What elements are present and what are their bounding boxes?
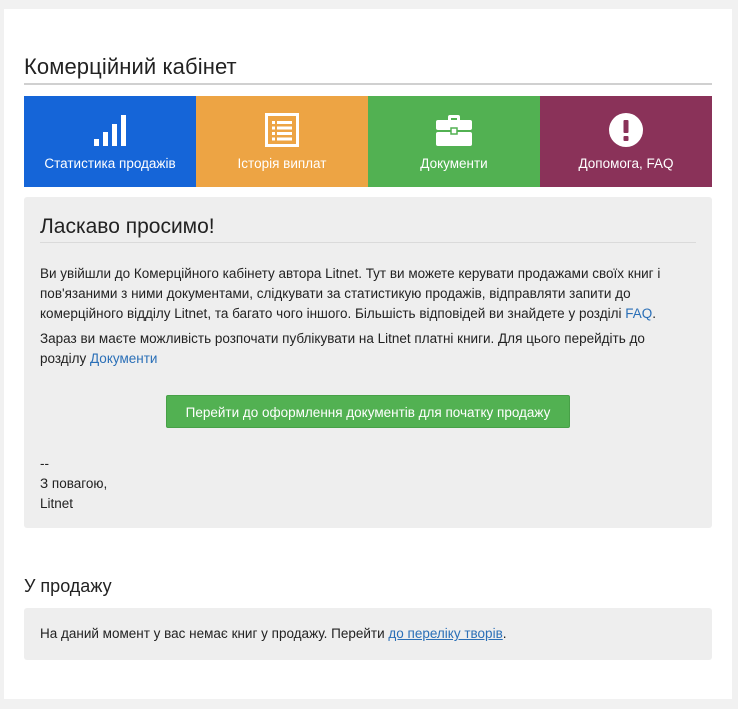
page-title: Комерційний кабінет xyxy=(24,54,237,79)
signature-dash: -- xyxy=(40,456,49,471)
on-sale-end: . xyxy=(502,626,507,641)
title-divider xyxy=(24,83,712,85)
start-selling-button[interactable]: Перейти до оформлення документів для поч… xyxy=(166,395,570,428)
signature-name: Litnet xyxy=(40,496,74,511)
tile-documents[interactable]: Документи xyxy=(368,96,540,187)
intro-text: Ви увійшли до Комерційного кабінету авто… xyxy=(40,266,661,321)
welcome-panel: Ласкаво просимо! Ви увійшли до Комерційн… xyxy=(24,197,712,528)
welcome-title: Ласкаво просимо! xyxy=(40,215,215,238)
tile-help-faq[interactable]: Допомога, FAQ xyxy=(540,96,712,187)
on-sale-message: На даний момент у вас немає книг у прода… xyxy=(40,624,507,644)
nav-tiles: Статистика продажів Історія виплат Докум… xyxy=(24,96,712,187)
welcome-paragraph-documents: Зараз ви маєте можливість розпочати публ… xyxy=(40,329,690,369)
signature: -- З повагою, Litnet xyxy=(40,454,107,514)
faq-link[interactable]: FAQ xyxy=(625,306,652,321)
welcome-paragraph-intro: Ви увійшли до Комерційного кабінету авто… xyxy=(40,264,690,324)
welcome-divider xyxy=(40,242,696,243)
documents-link[interactable]: Документи xyxy=(90,351,157,366)
signature-regards: З повагою, xyxy=(40,476,108,491)
tile-label: Документи xyxy=(420,156,488,171)
briefcase-icon xyxy=(436,111,472,149)
exclamation-circle-icon xyxy=(609,111,643,149)
tile-label: Статистика продажів xyxy=(44,156,176,171)
on-sale-panel: На даний момент у вас немає книг у прода… xyxy=(24,608,712,660)
tile-payment-history[interactable]: Історія виплат xyxy=(196,96,368,187)
list-document-icon xyxy=(265,111,299,149)
tile-label: Допомога, FAQ xyxy=(578,156,674,171)
tile-sales-statistics[interactable]: Статистика продажів xyxy=(24,96,196,187)
intro-end: . xyxy=(652,306,656,321)
on-sale-title: У продажу xyxy=(24,576,112,596)
bar-chart-icon xyxy=(93,111,127,149)
works-list-link[interactable]: до переліку творів xyxy=(388,626,502,641)
on-sale-text: На даний момент у вас немає книг у прода… xyxy=(40,626,389,641)
tile-label: Історія виплат xyxy=(237,156,327,171)
